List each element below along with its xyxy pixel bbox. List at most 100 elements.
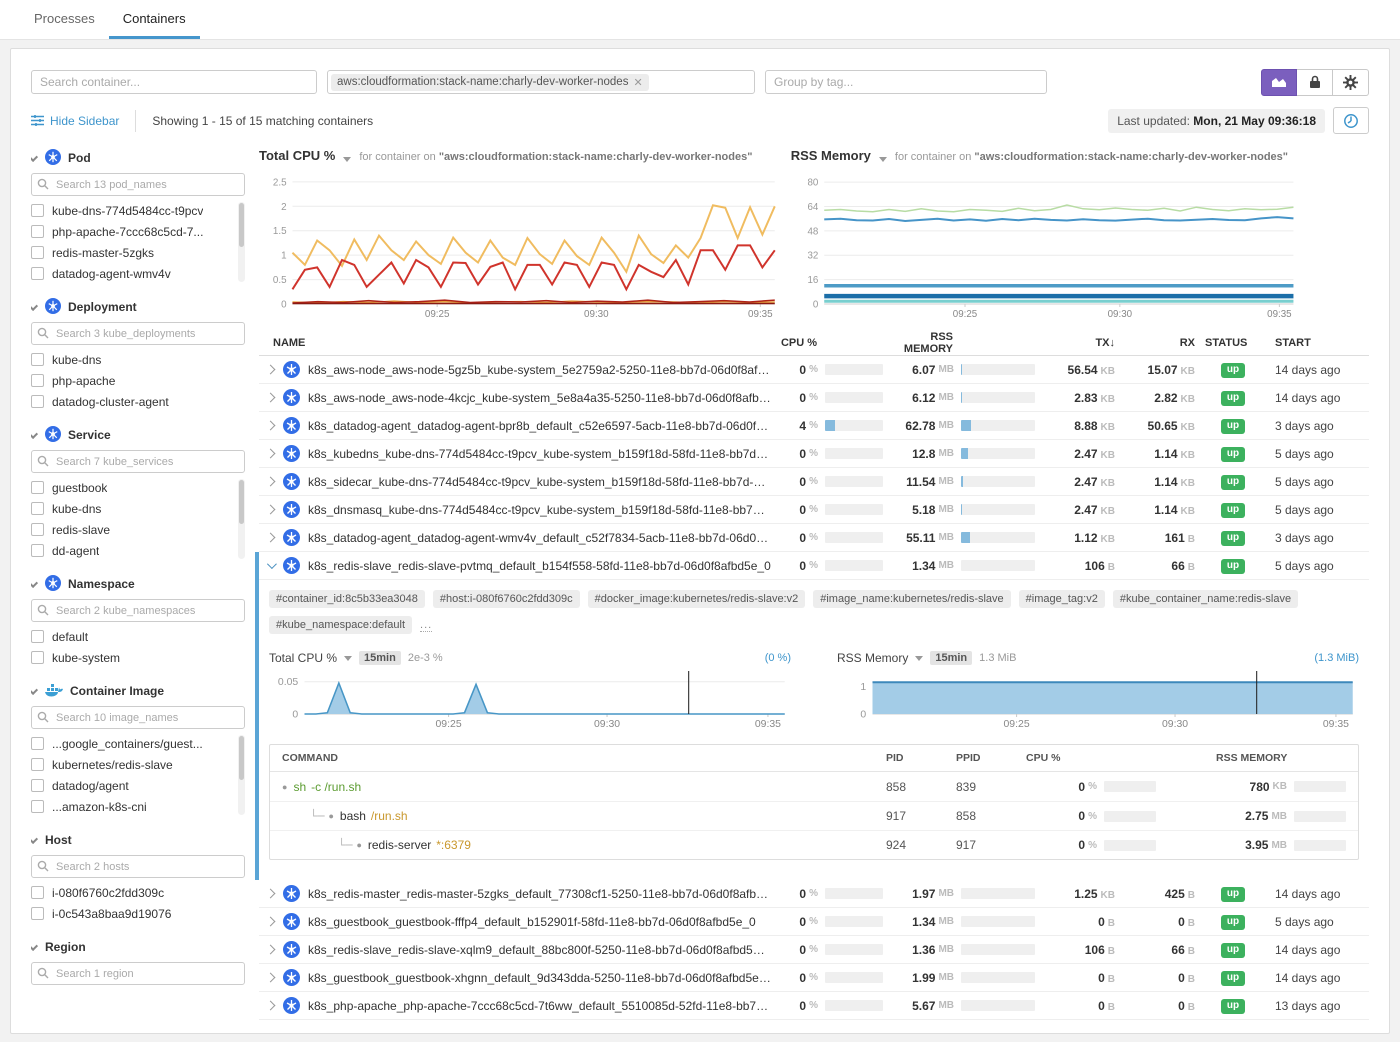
container-row[interactable]: k8s_php-apache_php-apache-7ccc68c5cd-7t6… <box>259 992 1369 1020</box>
sidebar-filter-item[interactable]: dd-agent <box>31 540 235 561</box>
chart-view-button[interactable] <box>1261 69 1297 96</box>
sidebar-section-header[interactable]: Region <box>31 937 245 957</box>
filter-tag-pill[interactable]: aws:cloudformation:stack-name:charly-dev… <box>331 74 649 91</box>
more-tags-link[interactable]: ... <box>420 619 432 632</box>
col-status[interactable]: STATUS <box>1201 337 1265 349</box>
expand-chevron-icon[interactable] <box>266 945 276 955</box>
detail-cpu-chart[interactable]: 00.0509:2509:3009:35 <box>269 668 791 730</box>
sidebar-filter-item[interactable]: datadog/agent <box>31 775 235 796</box>
expand-chevron-icon[interactable] <box>266 393 276 403</box>
tag-pill[interactable]: #kube_namespace:default <box>269 616 412 634</box>
checkbox[interactable] <box>31 651 44 664</box>
container-row[interactable]: k8s_datadog-agent_datadog-agent-bpr8b_de… <box>259 412 1369 440</box>
cpu-timeseries-chart[interactable]: 00.511.522.509:2509:3009:35 <box>259 170 781 320</box>
checkbox[interactable] <box>31 779 44 792</box>
sidebar-filter-item[interactable]: guestbook <box>31 477 235 498</box>
process-row[interactable]: └─ ● bash /run.sh 917 858 0% 2.75MB <box>270 801 1358 830</box>
sidebar-search-input[interactable] <box>31 322 245 345</box>
container-row[interactable]: k8s_guestbook_guestbook-xhgnn_default_9d… <box>259 964 1369 992</box>
tag-pill[interactable]: #host:i-080f6760c2fdd309c <box>433 590 580 608</box>
scrollbar[interactable] <box>238 202 245 282</box>
sidebar-search-input[interactable] <box>31 962 245 985</box>
expand-chevron-icon[interactable] <box>266 973 276 983</box>
sidebar-section-header[interactable]: Pod <box>31 148 245 168</box>
rss-timeseries-chart[interactable]: 0163248648009:2509:3009:35 <box>791 170 1299 320</box>
filter-tag-remove-icon[interactable]: ✕ <box>633 76 642 89</box>
groupby-input[interactable] <box>765 70 1047 94</box>
checkbox[interactable] <box>31 225 44 238</box>
sidebar-filter-item[interactable]: kube-dns <box>31 349 245 370</box>
container-row[interactable]: k8s_redis-slave_redis-slave-xqlm9_defaul… <box>259 936 1369 964</box>
scrollbar[interactable] <box>238 479 245 559</box>
checkbox[interactable] <box>31 886 44 899</box>
tag-pill[interactable]: #docker_image:kubernetes/redis-slave:v2 <box>588 590 806 608</box>
tag-pill[interactable]: #kube_container_name:redis-slave <box>1113 590 1298 608</box>
sidebar-filter-item[interactable]: php-apache-7ccc68c5cd-7... <box>31 221 235 242</box>
checkbox[interactable] <box>31 481 44 494</box>
lock-button[interactable] <box>1297 69 1333 96</box>
container-row[interactable]: k8s_datadog-agent_datadog-agent-wmv4v_de… <box>259 524 1369 552</box>
chevron-down-icon[interactable] <box>344 656 352 661</box>
chevron-down-icon[interactable] <box>879 157 887 162</box>
expand-chevron-icon[interactable] <box>266 917 276 927</box>
refresh-timer-button[interactable] <box>1333 107 1369 134</box>
sidebar-filter-item[interactable]: datadog-cluster-agent <box>31 391 245 412</box>
hide-sidebar-button[interactable]: Hide Sidebar <box>31 114 119 128</box>
sidebar-filter-item[interactable]: php-apache <box>31 370 245 391</box>
tag-pill[interactable]: #image_name:kubernetes/redis-slave <box>813 590 1010 608</box>
container-row[interactable]: k8s_aws-node_aws-node-5gz5b_kube-system_… <box>259 356 1369 384</box>
sidebar-filter-item[interactable]: ...amazon-k8s-cni <box>31 796 235 817</box>
container-row[interactable]: k8s_kubedns_kube-dns-774d5484cc-t9pcv_ku… <box>259 440 1369 468</box>
detail-rss-chart[interactable]: 0109:2509:3009:35 <box>837 668 1359 730</box>
sidebar-search-input[interactable] <box>31 706 245 729</box>
checkbox[interactable] <box>31 523 44 536</box>
expand-chevron-icon[interactable] <box>266 449 276 459</box>
checkbox[interactable] <box>31 353 44 366</box>
scrollbar[interactable] <box>238 735 245 815</box>
chevron-down-icon[interactable] <box>343 157 351 162</box>
checkbox[interactable] <box>31 758 44 771</box>
checkbox[interactable] <box>31 267 44 280</box>
sidebar-search-input[interactable] <box>31 599 245 622</box>
sidebar-filter-item[interactable]: kube-dns-774d5484cc-t9pcv <box>31 200 235 221</box>
sidebar-filter-item[interactable]: kube-system <box>31 647 245 668</box>
time-window-badge[interactable]: 15min <box>359 651 401 665</box>
container-row[interactable]: k8s_guestbook_guestbook-fffp4_default_b1… <box>259 908 1369 936</box>
col-rss-memory[interactable]: RSS MEMORY <box>883 331 1035 355</box>
container-row[interactable]: k8s_redis-master_redis-master-5zgks_defa… <box>259 880 1369 908</box>
expand-chevron-icon[interactable] <box>266 889 276 899</box>
container-search-input[interactable] <box>31 70 317 94</box>
sidebar-search-input[interactable] <box>31 173 245 196</box>
sidebar-filter-item[interactable]: ...google_containers/guest... <box>31 733 235 754</box>
sidebar-filter-item[interactable]: i-0c543a8baa9d19076 <box>31 903 245 924</box>
sidebar-filter-item[interactable]: redis-master-5zgks <box>31 242 235 263</box>
checkbox[interactable] <box>31 800 44 813</box>
checkbox[interactable] <box>31 204 44 217</box>
col-name[interactable]: NAME <box>259 337 771 349</box>
sidebar-search-input[interactable] <box>31 855 245 878</box>
tab-containers[interactable]: Containers <box>109 0 200 39</box>
tag-pill[interactable]: #container_id:8c5b33ea3048 <box>269 590 425 608</box>
sidebar-section-header[interactable]: Service <box>31 425 245 445</box>
sidebar-section-header[interactable]: Deployment <box>31 297 245 317</box>
col-start[interactable]: START <box>1265 337 1369 349</box>
sidebar-filter-item[interactable]: datadog-agent-wmv4v <box>31 263 235 284</box>
col-tx[interactable]: TX↓ <box>1035 337 1121 349</box>
sidebar-filter-item[interactable]: kube-dns <box>31 498 235 519</box>
sidebar-section-header[interactable]: Host <box>31 830 245 850</box>
expand-chevron-icon[interactable] <box>266 1001 276 1011</box>
filter-tag-box[interactable]: aws:cloudformation:stack-name:charly-dev… <box>327 70 755 94</box>
tag-pill[interactable]: #image_tag:v2 <box>1019 590 1105 608</box>
checkbox[interactable] <box>31 246 44 259</box>
tab-processes[interactable]: Processes <box>20 0 109 39</box>
checkbox[interactable] <box>31 544 44 557</box>
checkbox[interactable] <box>31 374 44 387</box>
expand-chevron-icon[interactable] <box>266 477 276 487</box>
settings-button[interactable] <box>1333 69 1369 96</box>
expand-chevron-icon[interactable] <box>266 505 276 515</box>
expand-chevron-icon[interactable] <box>267 559 277 569</box>
expand-chevron-icon[interactable] <box>266 421 276 431</box>
sidebar-filter-item[interactable]: kubernetes/redis-slave <box>31 754 235 775</box>
process-row[interactable]: ● sh -c /run.sh 858 839 0% 780KB <box>270 772 1358 801</box>
sidebar-filter-item[interactable]: i-080f6760c2fdd309c <box>31 882 245 903</box>
